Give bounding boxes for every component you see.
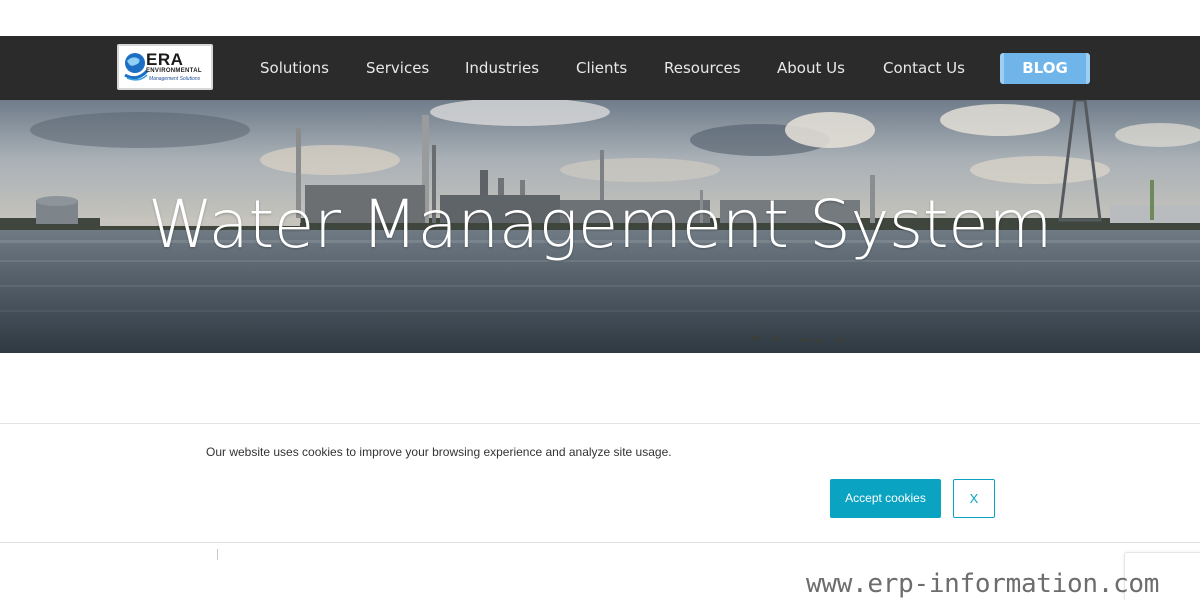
logo-subline: ENVIRONMENTAL [146, 68, 202, 74]
blog-button[interactable]: BLOG [1000, 53, 1090, 84]
hero-banner: Water Management System [0, 100, 1200, 353]
nav-resources[interactable]: Resources [664, 59, 741, 77]
nav-industries[interactable]: Industries [465, 59, 539, 77]
cookie-message: Our website uses cookies to improve your… [206, 445, 672, 459]
nav-clients[interactable]: Clients [576, 59, 627, 77]
text-caret [217, 549, 218, 560]
cookie-banner: Our website uses cookies to improve your… [0, 423, 1200, 543]
site-watermark: www.erp-information.com [806, 569, 1160, 599]
main-navigation: ERA ENVIRONMENTAL Management Solutions S… [0, 36, 1200, 100]
top-spacer [0, 0, 1200, 36]
nav-contact-us[interactable]: Contact Us [883, 59, 965, 77]
nav-about-us[interactable]: About Us [777, 59, 845, 77]
nav-services[interactable]: Services [366, 59, 429, 77]
logo-tagline: Management Solutions [149, 76, 201, 82]
logo-wordmark: ERA [146, 50, 184, 69]
company-logo[interactable]: ERA ENVIRONMENTAL Management Solutions [117, 44, 213, 90]
accept-cookies-button[interactable]: Accept cookies [830, 479, 941, 518]
page-title: Water Management System [147, 186, 1053, 263]
nav-solutions[interactable]: Solutions [260, 59, 329, 77]
close-cookie-banner-button[interactable]: X [953, 479, 995, 518]
